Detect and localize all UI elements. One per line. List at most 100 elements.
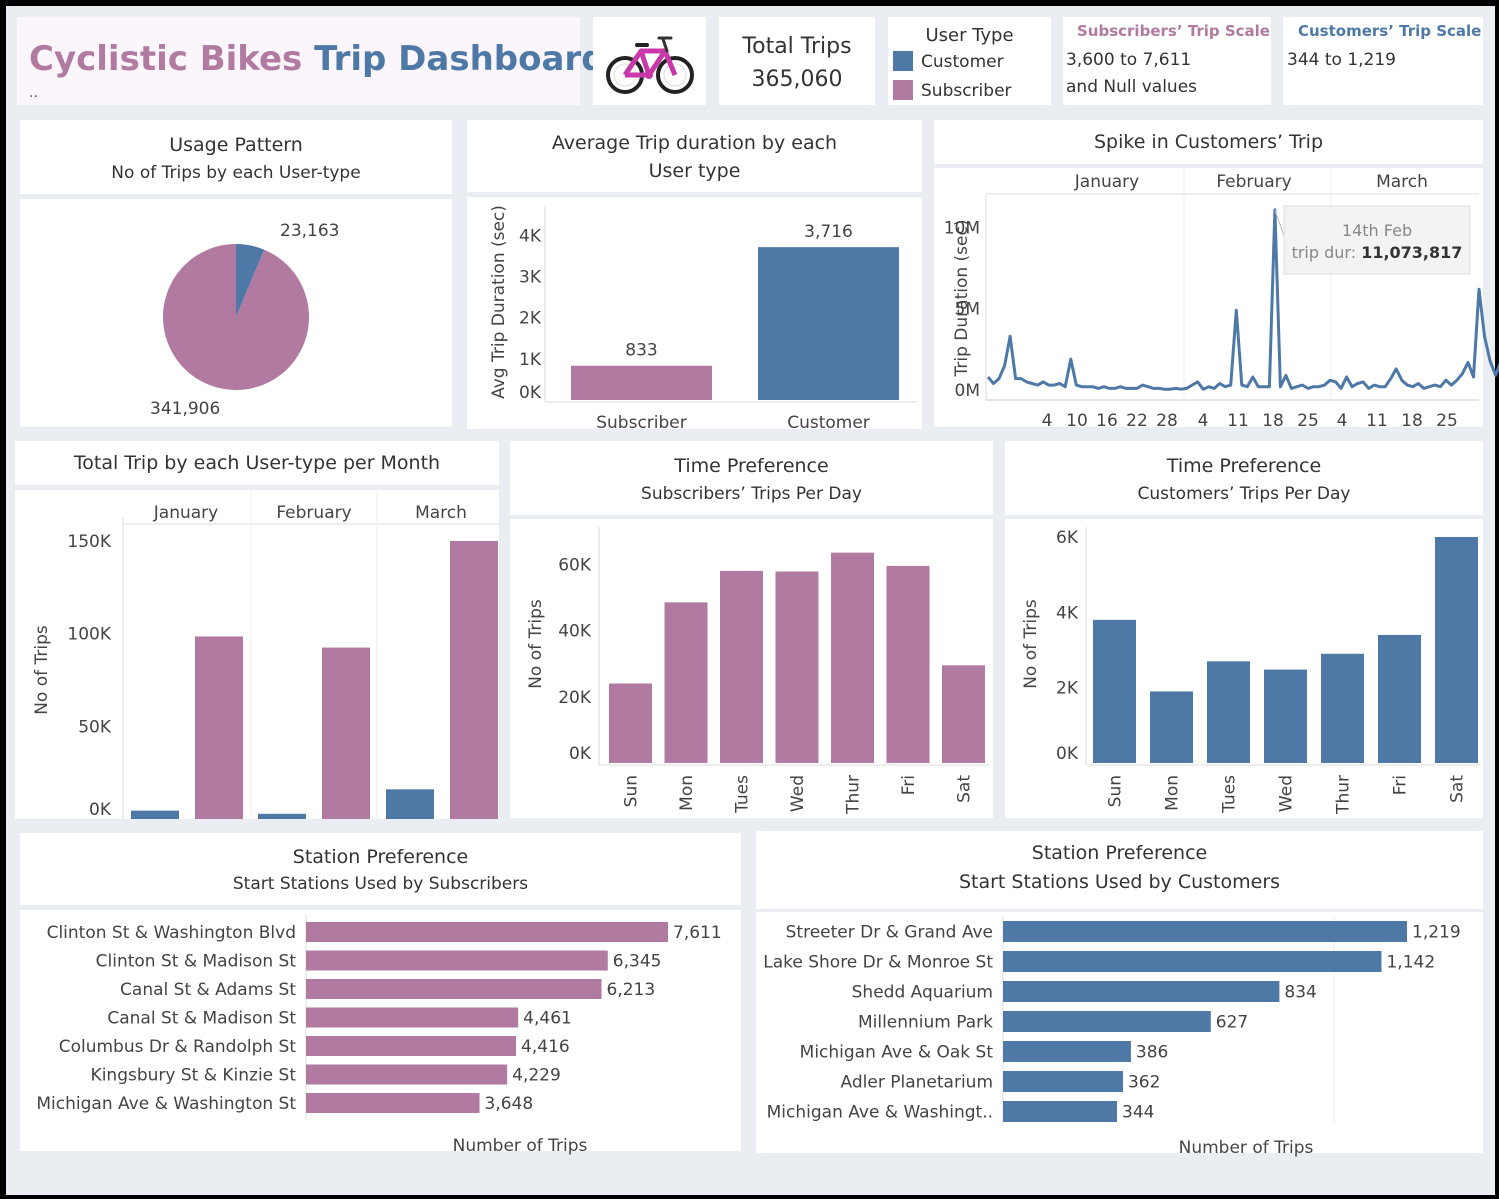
cust_station-category-label: Lake Shore Dr & Monroe St xyxy=(763,953,993,973)
monthly-bar-chart: 0K 50K 100K 150K No of Trips January February M… xyxy=(32,490,499,820)
avg-bar-value: 3,716 xyxy=(804,222,853,242)
title-card: Cyclistic Bikes Trip Dashboard .. xyxy=(17,17,606,105)
subscribers-station-chart: Clinton St & Washington Blvd 7,611 Clinton… xyxy=(36,914,722,1156)
customers-station-chart: Streeter Dr & Grand Ave 1,219 Lake Shore D… xyxy=(763,916,1461,1158)
cust_day-x-tick: Wed xyxy=(1277,775,1297,812)
monthly-title: Total Trip by each User-type per Month xyxy=(73,452,441,474)
avg-y-label: Avg Trip Duration (sec) xyxy=(489,205,509,399)
cust_day-y-tick: 2K xyxy=(1056,679,1079,699)
subs-day-subtitle: Subscribers’ Trips Per Day xyxy=(641,484,862,504)
cust-station-chart-card: Streeter Dr & Grand Ave 1,219 Lake Shore D… xyxy=(756,912,1483,1158)
avg-title-line1: Average Trip duration by each xyxy=(551,132,838,154)
spike-tooltip-value: 11,073,817 xyxy=(1361,243,1462,262)
cust_station-category-label: Adler Planetarium xyxy=(841,1073,993,1093)
subs_station-bar xyxy=(306,1036,517,1056)
subs_day-bar-sun xyxy=(609,683,652,763)
cust_station-bar xyxy=(1003,1041,1131,1062)
legend-swatch-customer xyxy=(893,51,913,71)
subs_station-value-label: 4,416 xyxy=(521,1037,570,1057)
subs_day-bar-wed xyxy=(775,571,819,763)
subs_day-x-tick: Tues xyxy=(733,775,753,814)
subs_day-x-tick: Thur xyxy=(844,775,864,815)
subscribers-scale-card: Subscribers’ Trip Scale 3,600 to 7,611 a… xyxy=(1063,17,1271,105)
subs_day-y-tick: 20K xyxy=(558,688,592,708)
cust_station-value-label: 627 xyxy=(1216,1013,1248,1033)
cust-station-title: Station Preference xyxy=(1031,842,1208,864)
cust-day-subtitle: Customers’ Trips Per Day xyxy=(1137,484,1351,504)
spike-chart-card: January February March 0M 5M 10M Trip Duration… xyxy=(934,168,1499,431)
subs_day-x-tick: Wed xyxy=(788,775,808,812)
monthly-y-label: No of Trips xyxy=(32,625,52,715)
avg-y-tick: 1K xyxy=(519,350,542,370)
subs_station-category-label: Clinton St & Madison St xyxy=(96,952,297,972)
cust_day-bar-tues xyxy=(1207,661,1250,763)
subscribers-scale-range: 3,600 to 7,611 xyxy=(1066,50,1192,70)
subs-day-title-card: Time Preference Subscribers’ Trips Per D… xyxy=(510,441,993,515)
subs-station-subtitle: Start Stations Used by Subscribers xyxy=(232,874,529,894)
monthly-y-tick: 100K xyxy=(67,625,111,645)
spike-title-card: Spike in Customers’ Trip xyxy=(934,120,1483,164)
dashboard-frame: Cyclistic Bikes Trip Dashboard .. Total … xyxy=(6,6,1499,1195)
usage-pie-chart: 23,163 341,906 xyxy=(150,221,339,419)
subscribers-scale-title: Subscribers’ Trip Scale xyxy=(1077,22,1270,40)
avg-y-tick: 3K xyxy=(519,268,542,288)
spike-x-tick: 28 xyxy=(1156,411,1178,431)
subs_station-bar xyxy=(306,979,602,999)
title-part-1: Cyclistic Bikes xyxy=(29,39,303,79)
avg-y-tick: 2K xyxy=(519,309,542,329)
subs_day-x-tick: Mon xyxy=(677,775,697,811)
monthly-y-tick: 0K xyxy=(89,800,112,820)
cust_station-category-label: Millennium Park xyxy=(858,1013,993,1033)
avg-bar-subscriber xyxy=(571,365,712,400)
cust_day-x-tick: Tues xyxy=(1220,775,1240,814)
avg-title-card: Average Trip duration by each User type xyxy=(467,120,922,192)
cust_station-bar xyxy=(1003,921,1407,942)
cust_station-value-label: 1,142 xyxy=(1386,953,1435,973)
subs_day-y-label: No of Trips xyxy=(526,599,546,689)
monthly-month-label: March xyxy=(415,503,467,523)
user-type-legend: User Type Customer Subscriber xyxy=(888,17,1051,105)
subs_day-y-tick: 40K xyxy=(558,622,592,642)
avg-title-line2: User type xyxy=(648,160,741,182)
pie-label-subscriber: 341,906 xyxy=(150,399,220,419)
cust_station-value-label: 344 xyxy=(1122,1103,1154,1123)
cust_day-x-tick: Fri xyxy=(1391,775,1411,795)
cust_station-bar xyxy=(1003,981,1280,1002)
spike-month-label: February xyxy=(1216,172,1291,192)
total-trips-card: Total Trips 365,060 xyxy=(719,17,875,105)
monthly-month-label: January xyxy=(153,503,218,523)
spike-x-tick: 4 xyxy=(1198,411,1209,431)
spike-month-label: March xyxy=(1376,172,1428,192)
spike-y-tick: 0M xyxy=(955,381,980,401)
subs_station-category-label: Clinton St & Washington Blvd xyxy=(47,923,296,943)
subs-day-title: Time Preference xyxy=(674,455,829,477)
cust_station-bar xyxy=(1003,1071,1123,1092)
subs_day-bar-sat xyxy=(942,665,985,763)
cust_day-bar-wed xyxy=(1264,669,1307,763)
monthly-bar-customer xyxy=(258,813,306,819)
monthly-bar-subscriber xyxy=(322,647,370,819)
monthly-chart-card: 0K 50K 100K 150K No of Trips January February M… xyxy=(15,490,499,820)
avg-duration-chart: 0K 1K 2K 3K 4K Avg Trip Duration (sec) 833 Subs… xyxy=(489,205,917,433)
customers-day-chart: 0K 2K 4K 6K No of Trips Sun Mon Tues Wed Thur Fri S… xyxy=(1021,527,1481,815)
monthly-bar-subscriber xyxy=(450,541,498,819)
spike-title: Spike in Customers’ Trip xyxy=(1093,131,1324,153)
avg-y-tick: 4K xyxy=(519,226,542,246)
cust_day-bar-sat xyxy=(1435,537,1478,763)
legend-label-customer: Customer xyxy=(921,52,1004,72)
title-part-2: Trip Dashboard xyxy=(314,39,606,79)
cust_station-bar xyxy=(1003,1101,1118,1122)
cust_day-y-tick: 0K xyxy=(1056,744,1079,764)
spike-x-tick: 10 xyxy=(1066,411,1088,431)
cust_station-category-label: Shedd Aquarium xyxy=(852,983,993,1003)
cust_day-bar-mon xyxy=(1150,691,1193,763)
cust_day-bar-fri xyxy=(1378,634,1421,763)
cust_station-category-label: Streeter Dr & Grand Ave xyxy=(786,923,993,943)
spike-tooltip-box xyxy=(1283,205,1471,275)
spike-x-tick: 25 xyxy=(1297,411,1319,431)
cust_day-bar-sun xyxy=(1093,619,1136,763)
subs-station-chart-card: Clinton St & Washington Blvd 7,611 Clinton… xyxy=(20,910,741,1156)
cust_day-x-tick: Thur xyxy=(1334,775,1354,815)
subs_day-y-tick: 60K xyxy=(558,555,592,575)
legend-title: User Type xyxy=(925,25,1014,46)
